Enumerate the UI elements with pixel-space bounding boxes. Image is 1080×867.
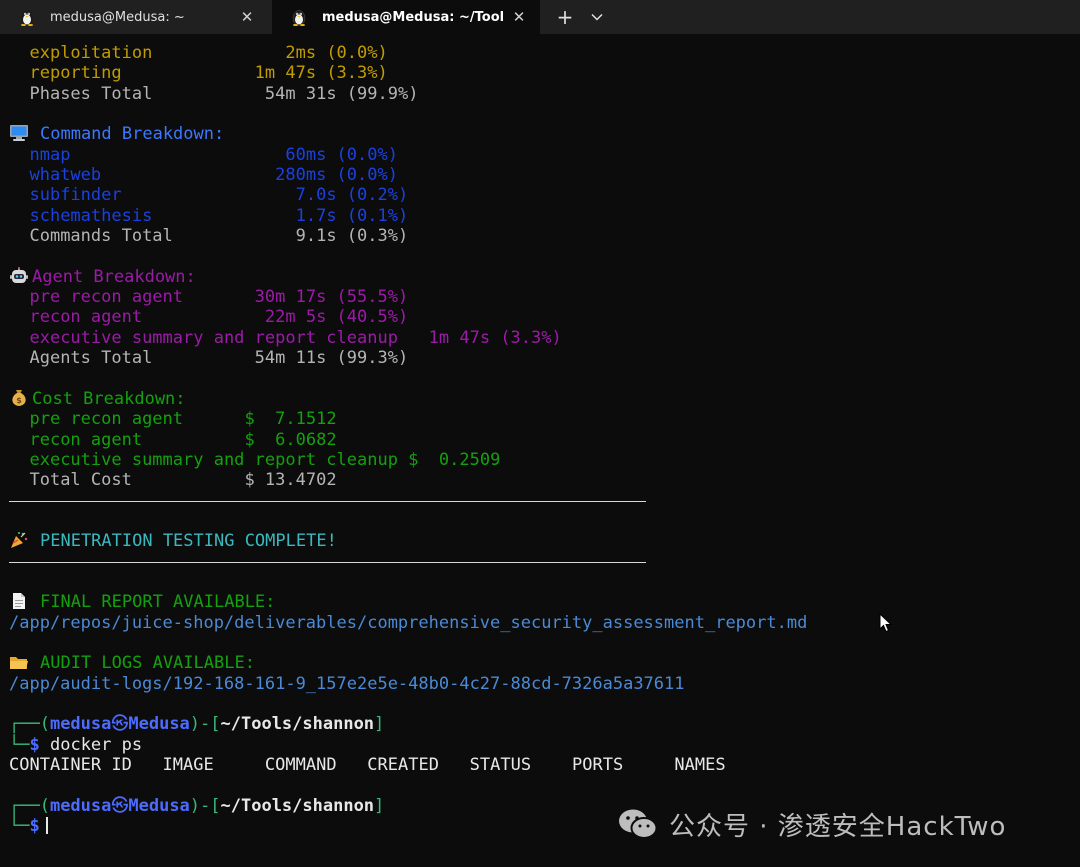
- close-tab-button[interactable]: ✕: [232, 8, 262, 26]
- command-breakdown-heading: Command Breakdown:: [9, 124, 1075, 144]
- terminal-output[interactable]: exploitation 2ms (0.0%) reporting 1m 47s…: [9, 43, 1075, 836]
- robot-icon: [10, 266, 28, 283]
- agent-total-row: Agents Total 54m 11s (99.3%): [29, 348, 409, 369]
- prompt-symbol: $: [29, 816, 40, 837]
- cost-row: pre recon agent $ 7.1512: [29, 409, 337, 430]
- agent-row: executive summary and report cleanup 1m …: [29, 327, 562, 348]
- linux-tux-icon: [292, 10, 306, 26]
- command-total-row: Commands Total 9.1s (0.3%): [29, 226, 409, 247]
- command-row: whatweb 280ms (0.0%): [29, 165, 398, 186]
- prompt-host: Medusa: [128, 714, 190, 735]
- shell-prompt-input: └─$ docker ps: [9, 734, 143, 755]
- cost-total-row: Total Cost $ 13.4702: [29, 470, 337, 491]
- close-tab-button[interactable]: ✕: [504, 8, 534, 26]
- command-row: subfinder 7.0s (0.2%): [29, 185, 409, 206]
- tab-title: medusa@Medusa: ~/Tools/sh: [322, 9, 504, 25]
- watermark: 公众号 · 渗透安全HackTwo: [617, 805, 1057, 843]
- agent-breakdown-heading: Agent Breakdown:: [9, 266, 1075, 287]
- agent-row: recon agent 22m 5s (40.5%): [29, 307, 409, 328]
- phase-row: exploitation 2ms (0.0%): [9, 43, 1075, 63]
- divider: [9, 552, 1075, 572]
- tab-shannon[interactable]: medusa@Medusa: ~/Tools/sh ✕: [272, 0, 540, 34]
- divider: [9, 491, 1075, 511]
- phase-value: 2ms (0.0%): [285, 43, 388, 63]
- prompt-cwd: ~/Tools/shannon: [220, 795, 375, 816]
- text-cursor: [45, 817, 48, 835]
- tab-dropdown-button[interactable]: [582, 0, 612, 34]
- shell-prompt: ┌──(medusa㉿Medusa)-[~/Tools/shannon]: [9, 714, 385, 735]
- tab-home[interactable]: medusa@Medusa: ~ ✕: [0, 0, 268, 34]
- complete-banner: PENETRATION TESTING COMPLETE!: [9, 531, 1075, 551]
- docker-ps-header: CONTAINER ID IMAGE COMMAND CREATED STATU…: [9, 755, 726, 776]
- prompt-symbol: $: [29, 734, 40, 755]
- final-report-heading: FINAL REPORT AVAILABLE:: [9, 592, 1075, 612]
- phase-value: 1m 47s (3.3%): [254, 63, 388, 84]
- money-bag-icon: $: [12, 389, 26, 406]
- tab-title: medusa@Medusa: ~: [50, 9, 185, 25]
- chevron-down-icon: [591, 13, 603, 21]
- phase-total-value: 54m 31s (99.9%): [264, 83, 419, 104]
- entered-command: docker ps: [49, 734, 143, 755]
- agent-row: pre recon agent 30m 17s (55.5%): [29, 287, 409, 308]
- party-popper-icon: [11, 532, 28, 549]
- watermark-text: 公众号 · 渗透安全HackTwo: [669, 811, 1007, 842]
- prompt-at-symbol: ㉿: [111, 714, 129, 735]
- prompt-cwd: ~/Tools/shannon: [220, 714, 375, 735]
- wechat-icon: [619, 809, 658, 839]
- prompt-user: medusa: [49, 795, 112, 816]
- phase-name: reporting: [29, 63, 122, 84]
- phase-total-row: Phases Total 54m 31s (99.9%): [9, 84, 1075, 104]
- cost-row: executive summary and report cleanup $ 0…: [29, 449, 501, 470]
- final-report-path-link[interactable]: /app/repos/juice-shop/deliverables/compr…: [9, 613, 1075, 633]
- cost-breakdown-heading: $ Cost Breakdown:: [9, 389, 1075, 409]
- prompt-user: medusa: [49, 714, 112, 735]
- folder-icon: [10, 657, 28, 670]
- new-tab-button[interactable]: +: [550, 0, 580, 34]
- linux-tux-icon: [21, 10, 33, 26]
- command-row: schemathesis 1.7s (0.1%): [29, 205, 409, 226]
- phase-name: exploitation: [29, 43, 153, 63]
- document-icon: [13, 593, 25, 610]
- tab-bar: medusa@Medusa: ~ ✕ medusa@Medusa: ~/Tool…: [0, 0, 1080, 34]
- cost-row: recon agent $ 6.0682: [29, 429, 337, 450]
- phase-total-label: Phases Total: [29, 83, 153, 104]
- computer-icon: [10, 125, 28, 142]
- prompt-host: Medusa: [128, 795, 190, 816]
- audit-logs-heading: AUDIT LOGS AVAILABLE:: [9, 653, 1075, 673]
- phase-row: reporting 1m 47s (3.3%): [9, 63, 1075, 83]
- command-row: nmap 60ms (0.0%): [29, 144, 398, 165]
- mouse-pointer-icon: [879, 613, 893, 633]
- prompt-at-symbol: ㉿: [111, 795, 129, 816]
- svg-text:$: $: [16, 396, 22, 405]
- audit-logs-path-link[interactable]: /app/audit-logs/192-168-161-9_157e2e5e-4…: [9, 674, 1075, 694]
